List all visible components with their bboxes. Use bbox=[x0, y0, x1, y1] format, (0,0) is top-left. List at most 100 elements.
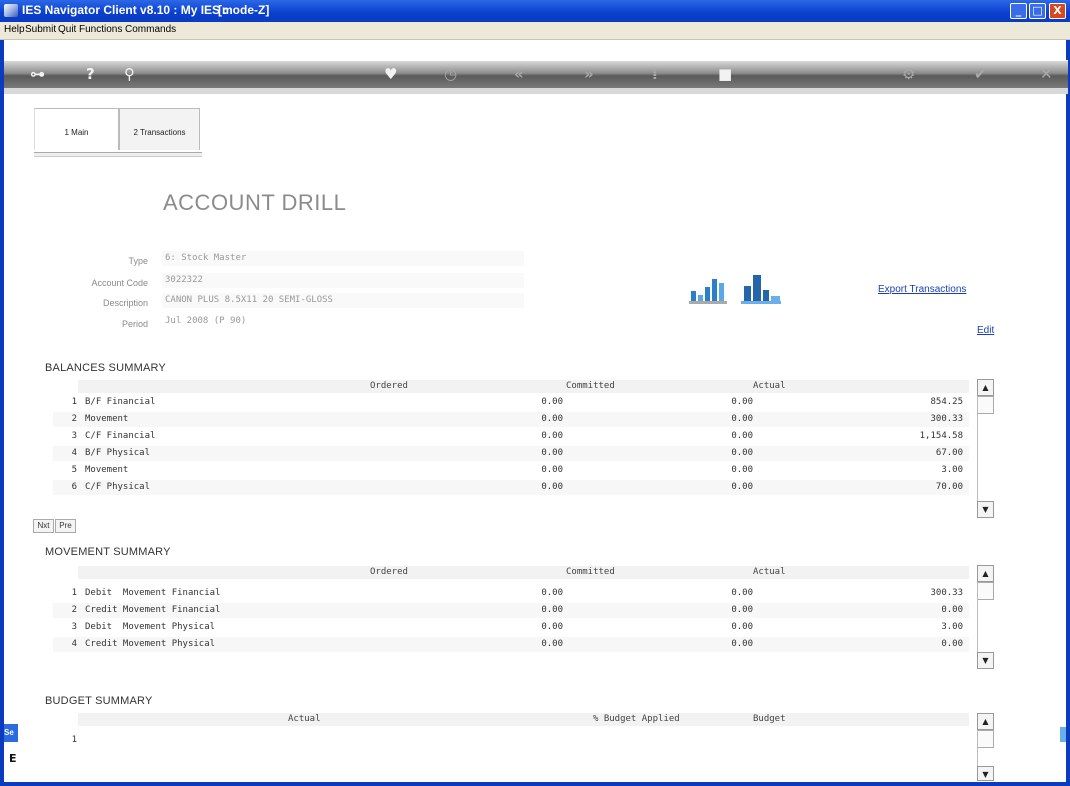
menu-bar: Help Submit Quit Functions Commands bbox=[0, 22, 1070, 40]
cell-col3: 854.25 bbox=[930, 397, 963, 407]
stop-icon[interactable]: ■ bbox=[718, 64, 732, 84]
row-description: Movement bbox=[85, 465, 129, 475]
bar-chart-icon[interactable] bbox=[688, 275, 728, 305]
key-icon[interactable]: ⊶ bbox=[30, 64, 45, 84]
movement-scrollbar[interactable]: ▲ ▼ bbox=[977, 565, 997, 670]
column-header: Ordered bbox=[370, 381, 408, 391]
window-frame-left bbox=[0, 40, 4, 786]
cell-col3: 300.33 bbox=[930, 414, 963, 424]
clock-icon[interactable]: ◷ bbox=[444, 64, 457, 84]
scroll-up-button[interactable]: ▲ bbox=[977, 565, 994, 582]
budget-rows: 1 bbox=[53, 733, 969, 773]
row-description: B/F Physical bbox=[85, 448, 151, 458]
toolbar-strip bbox=[4, 88, 1068, 94]
menu-help[interactable]: Help bbox=[4, 24, 25, 35]
column-header: Actual bbox=[288, 714, 321, 724]
scroll-track[interactable] bbox=[977, 582, 994, 652]
row-number: 4 bbox=[71, 448, 77, 458]
maximize-button[interactable]: □ bbox=[1029, 3, 1046, 19]
cell-col1: 0.00 bbox=[541, 622, 563, 632]
cell-col2: 0.00 bbox=[731, 605, 753, 615]
search-icon[interactable]: ⚲ bbox=[124, 64, 135, 84]
close-icon[interactable]: ✕ bbox=[1040, 64, 1053, 84]
table-row[interactable]: 4 B/F Physical 0.00 0.00 67.00 bbox=[53, 446, 969, 461]
close-button[interactable]: X bbox=[1049, 3, 1066, 19]
column-header: Ordered bbox=[370, 567, 408, 577]
table-row[interactable]: 2 Credit Movement Financial 0.00 0.00 0.00 bbox=[53, 603, 969, 618]
menu-quit[interactable]: Quit bbox=[58, 24, 76, 35]
column-chart-icon[interactable] bbox=[740, 272, 782, 305]
balances-scrollbar[interactable]: ▲ ▼ bbox=[977, 379, 997, 519]
scroll-down-button[interactable]: ▼ bbox=[977, 501, 994, 518]
row-number: 1 bbox=[71, 397, 77, 407]
row-description: B/F Financial bbox=[85, 397, 156, 407]
cell-col3: 3.00 bbox=[941, 465, 963, 475]
row-description: C/F Physical bbox=[85, 482, 151, 492]
side-tab[interactable]: Se bbox=[4, 724, 18, 742]
scroll-up-button[interactable]: ▲ bbox=[977, 379, 994, 396]
balances-grid: Ordered Committed Actual 1 B/F Financial 0… bbox=[53, 380, 969, 518]
table-row[interactable]: 1 Debit Movement Financial 0.00 0.00 300.33 bbox=[53, 586, 969, 601]
next-button[interactable]: Nxt bbox=[33, 519, 54, 533]
side-letter: E bbox=[9, 752, 17, 765]
heart-icon[interactable]: ♥ bbox=[384, 64, 397, 84]
budget-scrollbar[interactable]: ▲ ▼ bbox=[977, 713, 997, 782]
row-description: Credit Movement Financial bbox=[85, 605, 221, 615]
table-row[interactable]: 4 Credit Movement Physical 0.00 0.00 0.00 bbox=[53, 637, 969, 652]
table-row[interactable]: 6 C/F Physical 0.00 0.00 70.00 bbox=[53, 480, 969, 495]
description-label: Description bbox=[102, 298, 148, 308]
table-row[interactable]: 5 Movement 0.00 0.00 3.00 bbox=[53, 463, 969, 478]
row-description: C/F Financial bbox=[85, 431, 156, 441]
cell-col2: 0.00 bbox=[731, 482, 753, 492]
cell-col2: 0.00 bbox=[731, 639, 753, 649]
minimize-button[interactable]: _ bbox=[1010, 3, 1027, 19]
help-icon[interactable]: ? bbox=[86, 64, 95, 84]
menu-submit[interactable]: Submit bbox=[25, 24, 56, 35]
column-header: Committed bbox=[566, 381, 615, 391]
cell-col1: 0.00 bbox=[541, 397, 563, 407]
rewind-icon[interactable]: « bbox=[514, 64, 524, 84]
row-number: 2 bbox=[71, 605, 77, 615]
scroll-track[interactable] bbox=[977, 396, 994, 502]
period-field: Jul 2008 (P 90) bbox=[162, 314, 524, 329]
movement-rows: 1 Debit Movement Financial 0.00 0.00 300.33 2… bbox=[53, 586, 969, 670]
scroll-down-button[interactable]: ▼ bbox=[977, 652, 994, 669]
table-row[interactable]: 3 C/F Financial 0.00 0.00 1,154.58 bbox=[53, 429, 969, 444]
row-number: 1 bbox=[71, 735, 77, 745]
tab-main[interactable]: 1 Main bbox=[34, 108, 119, 150]
table-row[interactable]: 3 Debit Movement Physical 0.00 0.00 3.00 bbox=[53, 620, 969, 635]
cell-col3: 67.00 bbox=[935, 448, 963, 458]
row-description: Movement bbox=[85, 414, 129, 424]
row-description: Debit Movement Physical bbox=[85, 622, 216, 632]
type-field: 6: Stock Master bbox=[162, 251, 524, 266]
window-frame-right bbox=[1066, 40, 1070, 786]
table-row[interactable]: 2 Movement 0.00 0.00 300.33 bbox=[53, 412, 969, 427]
cell-col1: 0.00 bbox=[541, 639, 563, 649]
account-code-field: 3022322 bbox=[162, 273, 524, 288]
table-row[interactable]: 1 bbox=[53, 733, 969, 748]
table-row[interactable]: 1 B/F Financial 0.00 0.00 854.25 bbox=[53, 395, 969, 410]
column-header: Budget bbox=[753, 714, 786, 724]
budget-grid: Actual % Budget Applied Budget 1 bbox=[53, 713, 969, 779]
cell-col1: 0.00 bbox=[541, 482, 563, 492]
menu-functions[interactable]: Functions bbox=[79, 24, 122, 35]
scroll-track[interactable] bbox=[977, 730, 994, 770]
settings-icon[interactable]: ⚙ bbox=[902, 64, 915, 84]
cell-col3: 0.00 bbox=[941, 605, 963, 615]
page-title: ACCOUNT DRILL bbox=[163, 190, 347, 215]
scroll-up-button[interactable]: ▲ bbox=[977, 713, 994, 730]
type-label: Type bbox=[128, 256, 148, 266]
scroll-down-button[interactable]: ▼ bbox=[977, 766, 994, 781]
column-header: Actual bbox=[753, 567, 786, 577]
export-transactions-link[interactable]: Export Transactions bbox=[878, 284, 966, 295]
previous-button[interactable]: Pre bbox=[55, 519, 76, 533]
tab-transactions[interactable]: 2 Transactions bbox=[119, 108, 200, 150]
period-label: Period bbox=[121, 319, 148, 329]
balances-rows: 1 B/F Financial 0.00 0.00 854.25 2 Movement 0.0… bbox=[53, 395, 969, 515]
filter-icon[interactable]: ⁞ bbox=[652, 64, 658, 84]
edit-link[interactable]: Edit bbox=[977, 325, 994, 336]
row-number: 2 bbox=[71, 414, 77, 424]
menu-commands[interactable]: Commands bbox=[125, 24, 176, 35]
check-icon[interactable]: ✔ bbox=[974, 64, 987, 84]
fast-forward-icon[interactable]: » bbox=[584, 64, 594, 84]
